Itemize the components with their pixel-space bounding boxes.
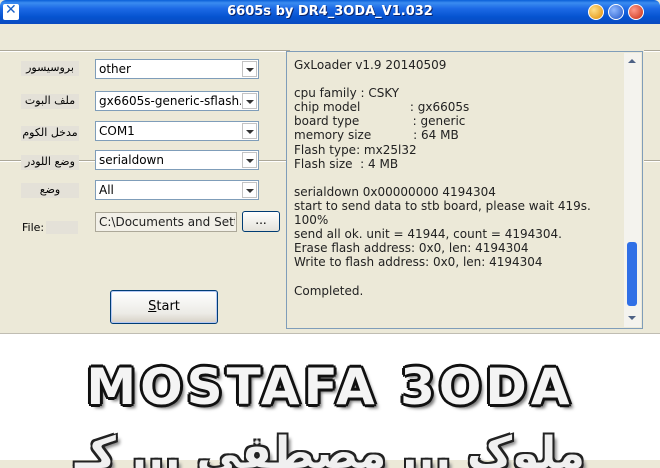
com-port-label: مدخل الكوم: [21, 126, 79, 141]
scroll-down-icon[interactable]: [624, 311, 641, 325]
file-label: File:: [22, 221, 45, 234]
loader-mode-select[interactable]: serialdown: [95, 150, 259, 170]
log-text: GxLoader v1.9 20140509 cpu family : CSKY c…: [294, 58, 619, 298]
title-bar[interactable]: 6605s by DR4_3ODA_V1.032: [0, 0, 660, 24]
log-line: Erase flash address: 0x0, len: 4194304: [294, 241, 529, 256]
processor-select[interactable]: other: [95, 59, 259, 79]
file-path-value: C:\Documents and Settin: [99, 215, 235, 229]
log-line: Write to flash address: 0x0, len: 419430…: [294, 255, 543, 270]
log-output[interactable]: GxLoader v1.9 20140509 cpu family : CSKY c…: [286, 51, 643, 329]
processor-value: other: [99, 62, 131, 76]
start-label-rest: tart: [156, 299, 180, 314]
log-line: Flash type: mx25l32: [294, 142, 417, 157]
scroll-thumb[interactable]: [627, 242, 637, 306]
loader-mode-value: serialdown: [99, 153, 164, 167]
close-button[interactable]: [628, 4, 644, 20]
divider: [644, 50, 660, 52]
boot-file-value: gx6605s-generic-sflash.boo: [99, 94, 241, 108]
loader-mode-label: وضع اللودر: [21, 155, 79, 170]
log-line: send all ok. unit = 41944, count = 41943…: [294, 227, 562, 242]
window-title: 6605s by DR4_3ODA_V1.032: [227, 4, 433, 19]
browse-button[interactable]: ...: [242, 211, 280, 232]
banner-subtitle: ملوک ... مصطفى ... كـ: [75, 428, 585, 468]
chevron-down-icon[interactable]: [242, 93, 257, 109]
file-path-field[interactable]: C:\Documents and Settin: [95, 212, 237, 232]
log-line: Completed.: [294, 283, 364, 298]
scroll-up-icon[interactable]: [624, 55, 641, 69]
mode-label: وضع: [21, 183, 79, 198]
mode-value: All: [99, 183, 114, 197]
boot-file-select[interactable]: gx6605s-generic-sflash.boo: [95, 91, 259, 111]
log-line: memory size : 64 MB: [294, 128, 459, 143]
chevron-down-icon[interactable]: [242, 152, 257, 168]
log-line: start to send data to stb board, please …: [294, 198, 591, 213]
log-line: board type : generic: [294, 114, 466, 129]
divider: [0, 50, 290, 52]
start-button[interactable]: Start: [110, 290, 218, 324]
log-line: chip model : gx6605s: [294, 100, 470, 115]
log-line: serialdown 0x00000000 4194304: [294, 184, 496, 199]
com-port-value: COM1: [99, 124, 135, 138]
log-scrollbar[interactable]: [624, 53, 641, 327]
log-line: cpu family : CSKY: [294, 86, 400, 101]
com-port-select[interactable]: COM1: [95, 121, 259, 141]
boot-file-label: ملف البوت: [21, 94, 79, 109]
banner: MOSTAFA 3ODA ملوک ... مصطفى ... كـ: [0, 333, 660, 468]
minimize-button[interactable]: [588, 4, 604, 20]
log-line: GxLoader v1.9 20140509: [294, 58, 447, 72]
chevron-down-icon[interactable]: [242, 182, 257, 198]
divider: [644, 160, 660, 162]
banner-title: MOSTAFA 3ODA: [86, 358, 574, 416]
processor-label: بروسيسور: [21, 61, 79, 76]
log-line: Flash size : 4 MB: [294, 156, 399, 171]
chevron-down-icon[interactable]: [242, 123, 257, 139]
log-line: 100%: [294, 213, 329, 228]
maximize-button[interactable]: [608, 4, 624, 20]
chevron-down-icon[interactable]: [242, 61, 257, 77]
mode-select[interactable]: All: [95, 180, 259, 200]
